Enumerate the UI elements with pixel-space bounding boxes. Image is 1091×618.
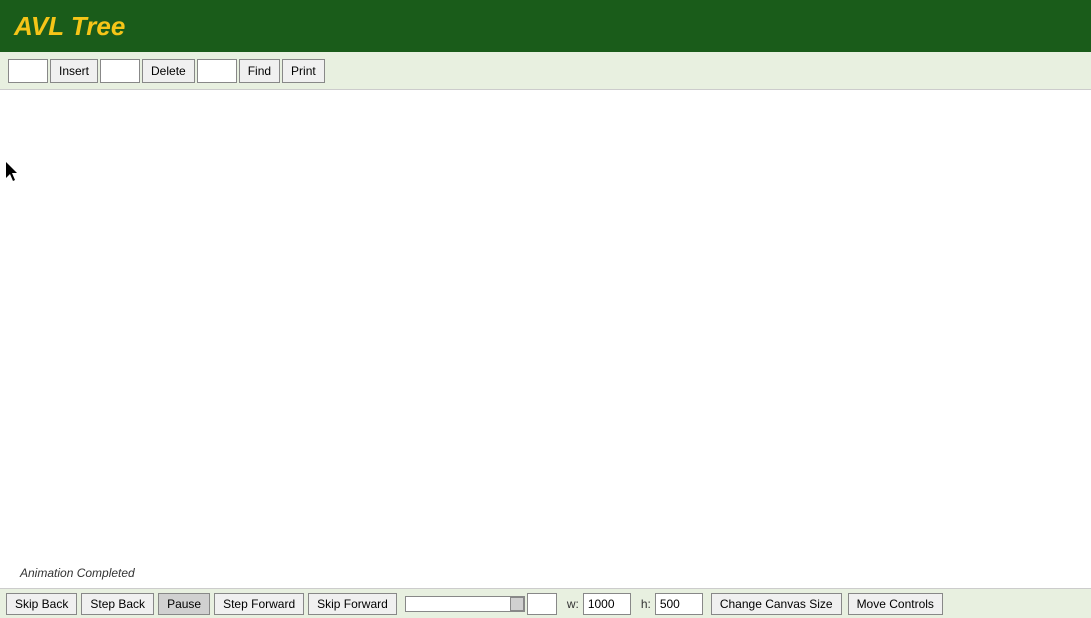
insert-button[interactable]: Insert [50, 59, 98, 83]
cursor-icon [6, 162, 20, 182]
toolbar: Insert Delete Find Print [0, 52, 1091, 90]
speed-input[interactable] [527, 593, 557, 615]
canvas-area: Animation Completed [0, 90, 1091, 588]
progress-track[interactable] [405, 596, 525, 612]
find-input[interactable] [197, 59, 237, 83]
find-button[interactable]: Find [239, 59, 280, 83]
print-button[interactable]: Print [282, 59, 325, 83]
progress-bar-container [405, 593, 557, 615]
progress-thumb[interactable] [510, 597, 524, 611]
change-canvas-size-button[interactable]: Change Canvas Size [711, 593, 842, 615]
step-forward-button[interactable]: Step Forward [214, 593, 304, 615]
insert-input[interactable] [8, 59, 48, 83]
move-controls-button[interactable]: Move Controls [848, 593, 943, 615]
skip-forward-button[interactable]: Skip Forward [308, 593, 397, 615]
width-label: w: [567, 597, 579, 611]
step-back-button[interactable]: Step Back [81, 593, 154, 615]
skip-back-button[interactable]: Skip Back [6, 593, 77, 615]
height-label: h: [641, 597, 651, 611]
width-input[interactable] [583, 593, 631, 615]
bottom-bar: Skip Back Step Back Pause Step Forward S… [0, 588, 1091, 618]
app-title: AVL Tree [14, 11, 125, 42]
animation-status: Animation Completed [20, 566, 135, 580]
delete-input[interactable] [100, 59, 140, 83]
delete-button[interactable]: Delete [142, 59, 195, 83]
pause-button[interactable]: Pause [158, 593, 210, 615]
header: AVL Tree [0, 0, 1091, 52]
height-input[interactable] [655, 593, 703, 615]
